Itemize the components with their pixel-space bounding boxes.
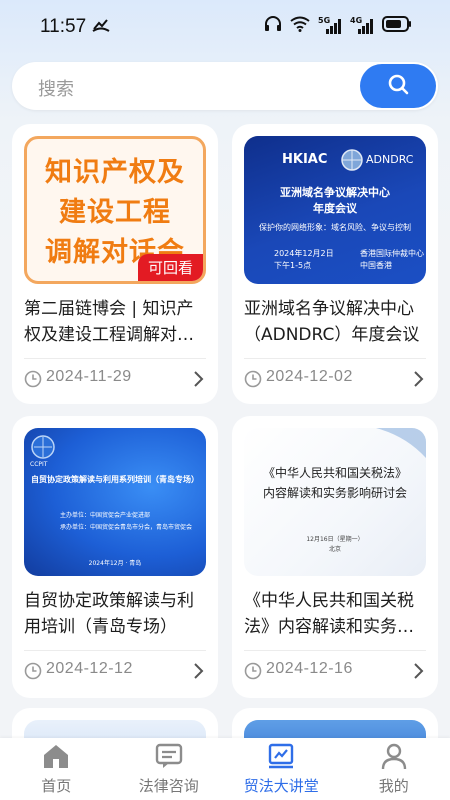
lecture-card[interactable]: CCPIT 自贸协定政策解读与利用系列培训（青岛专场） 主办单位：中国贸促会产业… [12, 416, 218, 698]
thumbnail-line: 建设工程 [59, 197, 171, 228]
thumbnail-footer: 2024年12月 · 青岛 [88, 560, 142, 567]
thumbnail-heading: 亚洲域名争议解决中心 [280, 186, 390, 199]
nav-label: 法律咨询 [138, 777, 199, 795]
signal-5g-icon: 5G [318, 16, 342, 34]
thumbnail-time: 下午1-5点 [274, 261, 312, 270]
card-thumbnail: 知识产权及 建设工程 调解对话会 可回看 [24, 136, 206, 284]
battery-icon [382, 16, 412, 36]
thumbnail-logo-adndrc: ADNDRC [366, 153, 414, 166]
card-date: 2024-12-16 [266, 660, 353, 677]
thumbnail-line: 内容解读和实务影响研讨会 [262, 486, 407, 500]
clock-icon [24, 662, 42, 684]
nav-label: 首页 [41, 777, 72, 795]
divider [244, 650, 426, 651]
ccpit-logo-icon [30, 434, 56, 464]
lecture-card[interactable]: 知识产权及 建设工程 调解对话会 可回看 第二届链博会 | 知识产权及建设工程调… [12, 124, 218, 404]
card-title: 《中华人民共和国关税法》内容解读和实务影响研讨会 [244, 591, 414, 637]
thumbnail-place: 北京 [328, 546, 341, 553]
wifi-icon [290, 16, 310, 36]
divider [244, 358, 426, 359]
nav-item-home[interactable]: 首页 [0, 738, 113, 800]
card-date: 2024-11-29 [46, 368, 132, 385]
nav-item-lecture-hall[interactable]: 贸法大讲堂 [225, 738, 338, 800]
status-time: 11:57 [40, 16, 87, 37]
search-input[interactable]: 搜索 [38, 75, 74, 101]
lecture-icon [266, 742, 296, 774]
thumbnail-date: 12月16日（星期一） [306, 536, 364, 543]
lecture-card[interactable]: 《中华人民共和国关税法》 内容解读和实务影响研讨会 12月16日（星期一） 北京… [232, 416, 438, 698]
user-icon [379, 742, 409, 774]
search-bar[interactable]: 搜索 [12, 62, 438, 110]
thumbnail-line: 承办单位：中国贸促会青岛市分会，青岛市贸促会 [60, 524, 193, 531]
thumbnail-city: 中国香港 [360, 261, 392, 270]
search-button[interactable] [360, 64, 436, 108]
thumbnail-subheading: 年度会议 [313, 202, 357, 215]
nav-label: 我的 [378, 777, 409, 795]
thumbnail-venue: 香港国际仲裁中心 [360, 249, 424, 258]
nav-item-legal-consult[interactable]: 法律咨询 [113, 738, 226, 800]
card-date: 2024-12-02 [266, 368, 353, 385]
replay-badge: 可回看 [137, 254, 203, 281]
divider [24, 358, 206, 359]
missed-call-icon [92, 18, 110, 38]
card-date: 2024-12-12 [46, 660, 133, 677]
thumbnail-decoration-icon [366, 428, 426, 462]
status-bar: 11:57 5G 4G [0, 0, 450, 56]
thumbnail-date: 2024年12月2日 [274, 249, 334, 258]
chevron-right-icon [412, 662, 424, 684]
thumbnail-line: 主办单位：中国贸促会产业促进部 [60, 512, 151, 519]
card-thumbnail: 《中华人民共和国关税法》 内容解读和实务影响研讨会 12月16日（星期一） 北京 [244, 428, 426, 576]
thumbnail-heading: 自贸协定政策解读与利用系列培训（青岛专场） [31, 475, 199, 484]
status-icons: 5G 4G [264, 16, 412, 36]
card-title: 第二届链博会 | 知识产权及建设工程调解对话会 [24, 299, 194, 345]
thumbnail-logo-hkiac: HKIAC [282, 152, 328, 167]
nav-label: 贸法大讲堂 [243, 777, 319, 795]
search-icon [387, 73, 409, 99]
chevron-right-icon [412, 370, 424, 392]
card-title: 亚洲域名争议解决中心（ADNDRC）年度会议 [244, 299, 420, 345]
thumbnail-logo: CCPIT [30, 461, 48, 468]
thumbnail-line: 《中华人民共和国关税法》 [262, 466, 407, 480]
globe-icon [340, 148, 364, 176]
thumbnail-line: 知识产权及 [45, 157, 185, 188]
thumbnail-tagline: 保护你的网络形象：域名风险、争议与控制 [259, 223, 411, 232]
home-icon [41, 742, 71, 774]
chevron-right-icon [192, 370, 204, 392]
headphones-icon [264, 16, 282, 36]
chevron-right-icon [192, 662, 204, 684]
card-title: 自贸协定政策解读与利用培训（青岛专场） [24, 591, 194, 637]
bottom-nav: 首页 法律咨询 贸法大讲堂 我的 [0, 738, 450, 800]
card-thumbnail: CCPIT 自贸协定政策解读与利用系列培训（青岛专场） 主办单位：中国贸促会产业… [24, 428, 206, 576]
nav-item-mine[interactable]: 我的 [338, 738, 450, 800]
clock-icon [244, 662, 262, 684]
chat-icon [154, 742, 184, 774]
clock-icon [24, 370, 42, 392]
divider [24, 650, 206, 651]
card-thumbnail: HKIAC ADNDRC 亚洲域名争议解决中心 年度会议 保护你的网络形象：域名… [244, 136, 426, 284]
clock-icon [244, 370, 262, 392]
lecture-card[interactable]: HKIAC ADNDRC 亚洲域名争议解决中心 年度会议 保护你的网络形象：域名… [232, 124, 438, 404]
signal-4g-icon: 4G [350, 16, 374, 34]
